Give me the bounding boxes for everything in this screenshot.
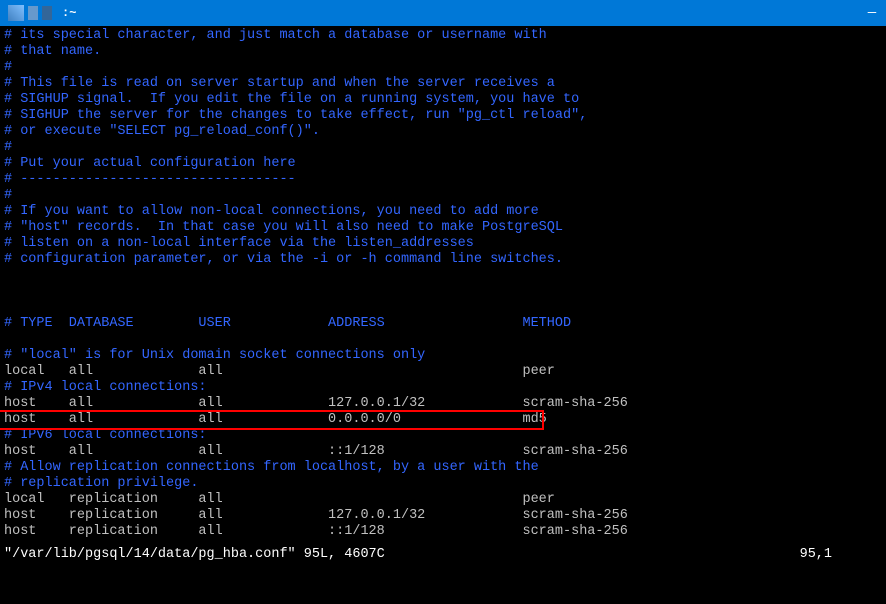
terminal-line: # "host" records. In that case you will … (4, 220, 882, 236)
app-icon-3 (42, 6, 52, 20)
terminal-line (4, 332, 882, 348)
terminal-line: # replication privilege. (4, 476, 882, 492)
terminal-line: host replication all 127.0.0.1/32 scram-… (4, 508, 882, 524)
status-cursor-pos: 95,1 (800, 547, 832, 563)
app-icon (8, 5, 24, 21)
terminal-line: # IPv4 local connections: (4, 380, 882, 396)
window-titlebar: :~ — (0, 0, 886, 26)
terminal-line: # SIGHUP the server for the changes to t… (4, 108, 882, 124)
terminal-line: # Put your actual configuration here (4, 156, 882, 172)
status-file-info: "/var/lib/pgsql/14/data/pg_hba.conf" 95L… (4, 547, 385, 563)
terminal-line: local replication all peer (4, 492, 882, 508)
window-controls: — (866, 7, 878, 19)
terminal-line: # listen on a non-local interface via th… (4, 236, 882, 252)
terminal-line: # IPv6 local connections: (4, 428, 882, 444)
terminal-line: # If you want to allow non-local connect… (4, 204, 882, 220)
terminal-line: host replication all ::1/128 scram-sha-2… (4, 524, 882, 540)
terminal-line: # ---------------------------------- (4, 172, 882, 188)
app-icon-2 (28, 6, 38, 20)
terminal-line: # Allow replication connections from loc… (4, 460, 882, 476)
terminal-line: # TYPE DATABASE USER ADDRESS METHOD (4, 316, 882, 332)
terminal-line (4, 284, 882, 300)
terminal-line: # (4, 60, 882, 76)
terminal-line: local all all peer (4, 364, 882, 380)
terminal-line: # or execute "SELECT pg_reload_conf()". (4, 124, 882, 140)
vim-status-line: "/var/lib/pgsql/14/data/pg_hba.conf" 95L… (4, 547, 882, 563)
window-title: :~ (62, 5, 76, 21)
terminal-line (4, 268, 882, 284)
terminal-line (4, 300, 882, 316)
terminal-line: host all all 0.0.0.0/0 md5 (4, 412, 882, 428)
terminal-line: # "local" is for Unix domain socket conn… (4, 348, 882, 364)
terminal-line: # (4, 188, 882, 204)
terminal-viewport[interactable]: # its special character, and just match … (0, 26, 886, 563)
terminal-line: # its special character, and just match … (4, 28, 882, 44)
titlebar-left: :~ (8, 5, 76, 21)
minimize-button[interactable]: — (866, 7, 878, 19)
terminal-line: host all all ::1/128 scram-sha-256 (4, 444, 882, 460)
terminal-line: # configuration parameter, or via the -i… (4, 252, 882, 268)
terminal-line: # that name. (4, 44, 882, 60)
terminal-line: # (4, 140, 882, 156)
terminal-line: # SIGHUP signal. If you edit the file on… (4, 92, 882, 108)
terminal-line: host all all 127.0.0.1/32 scram-sha-256 (4, 396, 882, 412)
terminal-line: # This file is read on server startup an… (4, 76, 882, 92)
